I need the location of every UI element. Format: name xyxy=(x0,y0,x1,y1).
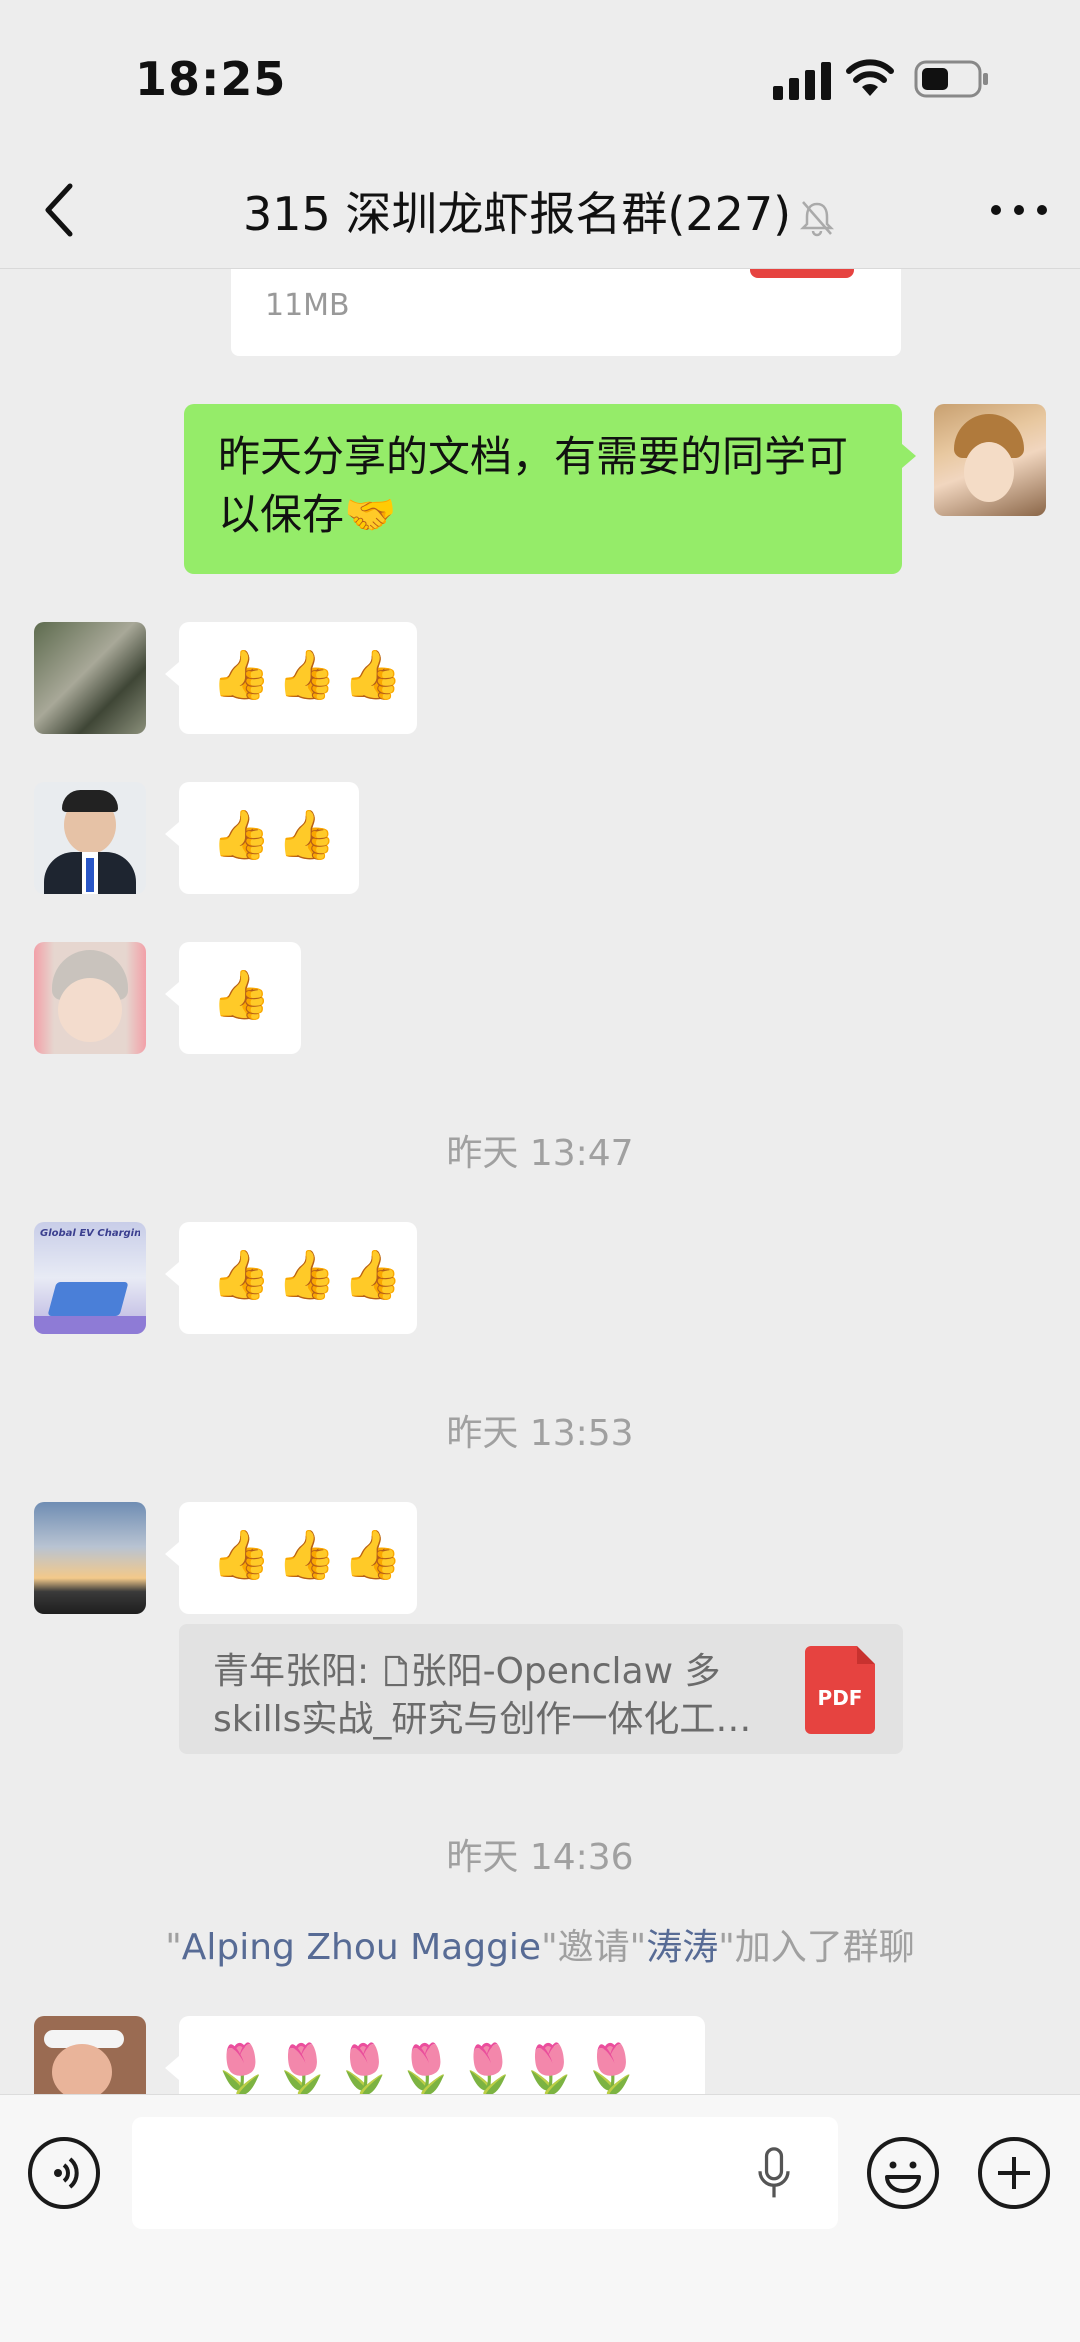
pdf-icon: PDF xyxy=(805,1646,875,1734)
chat-title: 315 深圳龙虾报名群(227) xyxy=(242,187,792,241)
message-bubble[interactable]: 👍 xyxy=(165,942,301,1054)
status-time: 18:25 xyxy=(135,52,287,106)
more-icon[interactable] xyxy=(988,195,1050,225)
invitee-link[interactable]: 涛涛 xyxy=(646,1927,718,1968)
avatar-member-3[interactable] xyxy=(34,942,146,1054)
plus-icon[interactable] xyxy=(978,2137,1050,2209)
avatar-member-1[interactable] xyxy=(34,622,146,734)
pdf-icon xyxy=(750,268,854,278)
message-emoji: 👍👍👍 xyxy=(211,647,409,703)
file-icon xyxy=(384,1655,407,1687)
emoji-icon[interactable] xyxy=(867,2137,939,2209)
chat-header: 315 深圳龙虾报名群(227) xyxy=(0,150,1080,269)
message-bubble[interactable]: 👍👍👍 xyxy=(165,622,417,734)
avatar-caption: Global EV Charging Stations xyxy=(40,1228,140,1239)
avatar-member-5[interactable] xyxy=(34,1502,146,1614)
chat-messages[interactable]: 11MB 昨天分享的文档，有需要的同学可以保存🤝 👍👍👍 👍👍 👍 昨天 13:… xyxy=(0,268,1080,2094)
mic-icon[interactable] xyxy=(754,2147,794,2203)
wifi-icon xyxy=(846,59,894,96)
timestamp: 昨天 14:36 xyxy=(446,1837,634,1878)
message-bubble[interactable]: 👍👍👍 xyxy=(165,1502,417,1614)
timestamp: 昨天 13:53 xyxy=(446,1413,634,1454)
file-card[interactable]: 11MB xyxy=(231,268,901,356)
avatar-member-2[interactable] xyxy=(34,782,146,894)
chat-title-wrap[interactable]: 315 深圳龙虾报名群(227) xyxy=(0,178,1080,244)
quote-file-name-2: skills实战_研究与创作一体化工… xyxy=(213,1699,752,1740)
system-message: "Alping Zhou Maggie"邀请"涛涛"加入了群聊 xyxy=(165,1927,915,1968)
status-bar: 18:25 xyxy=(0,0,1080,150)
battery-icon xyxy=(914,60,988,98)
avatar-member-6[interactable] xyxy=(34,2016,146,2094)
quote-author: 青年张阳: xyxy=(213,1651,370,1692)
file-size: 11MB xyxy=(265,288,350,323)
message-input[interactable] xyxy=(132,2117,838,2229)
avatar-own[interactable] xyxy=(934,404,1046,516)
cellular-signal-icon xyxy=(773,62,831,100)
message-bubble[interactable]: 👍👍 xyxy=(165,782,359,894)
own-message-text: 昨天分享的文档，有需要的同学可以保存🤝 xyxy=(218,432,849,539)
avatar-member-4[interactable]: Global EV Charging Stations xyxy=(34,1222,146,1334)
message-emoji: 👍 xyxy=(211,967,277,1023)
voice-icon[interactable] xyxy=(28,2137,100,2209)
message-emoji: 👍👍👍 xyxy=(211,1247,409,1303)
pdf-badge: PDF xyxy=(817,1686,863,1710)
quote-file-name-1: 张阳-Openclaw 多 xyxy=(410,1651,721,1692)
message-emoji: 👍👍 xyxy=(211,807,343,863)
quoted-file-reference[interactable]: 青年张阳: 张阳-Openclaw 多 skills实战_研究与创作一体化工… … xyxy=(179,1624,903,1754)
message-bubble[interactable]: 👍👍👍 xyxy=(165,1222,417,1334)
quote-line-1: 青年张阳: 张阳-Openclaw 多 xyxy=(213,1642,720,1694)
timestamp: 昨天 13:47 xyxy=(446,1133,634,1174)
inviter-link[interactable]: Alping Zhou Maggie xyxy=(182,1927,541,1968)
own-message-bubble[interactable]: 昨天分享的文档，有需要的同学可以保存🤝 xyxy=(184,404,916,574)
message-emoji: 👍👍👍 xyxy=(211,1527,409,1583)
input-bar xyxy=(0,2094,1080,2342)
message-emoji: 🌷🌷🌷🌷🌷🌷🌷🌷 xyxy=(211,2041,644,2094)
message-bubble[interactable]: 🌷🌷🌷🌷🌷🌷🌷🌷 xyxy=(165,2016,705,2094)
mute-bell-icon xyxy=(800,200,835,236)
